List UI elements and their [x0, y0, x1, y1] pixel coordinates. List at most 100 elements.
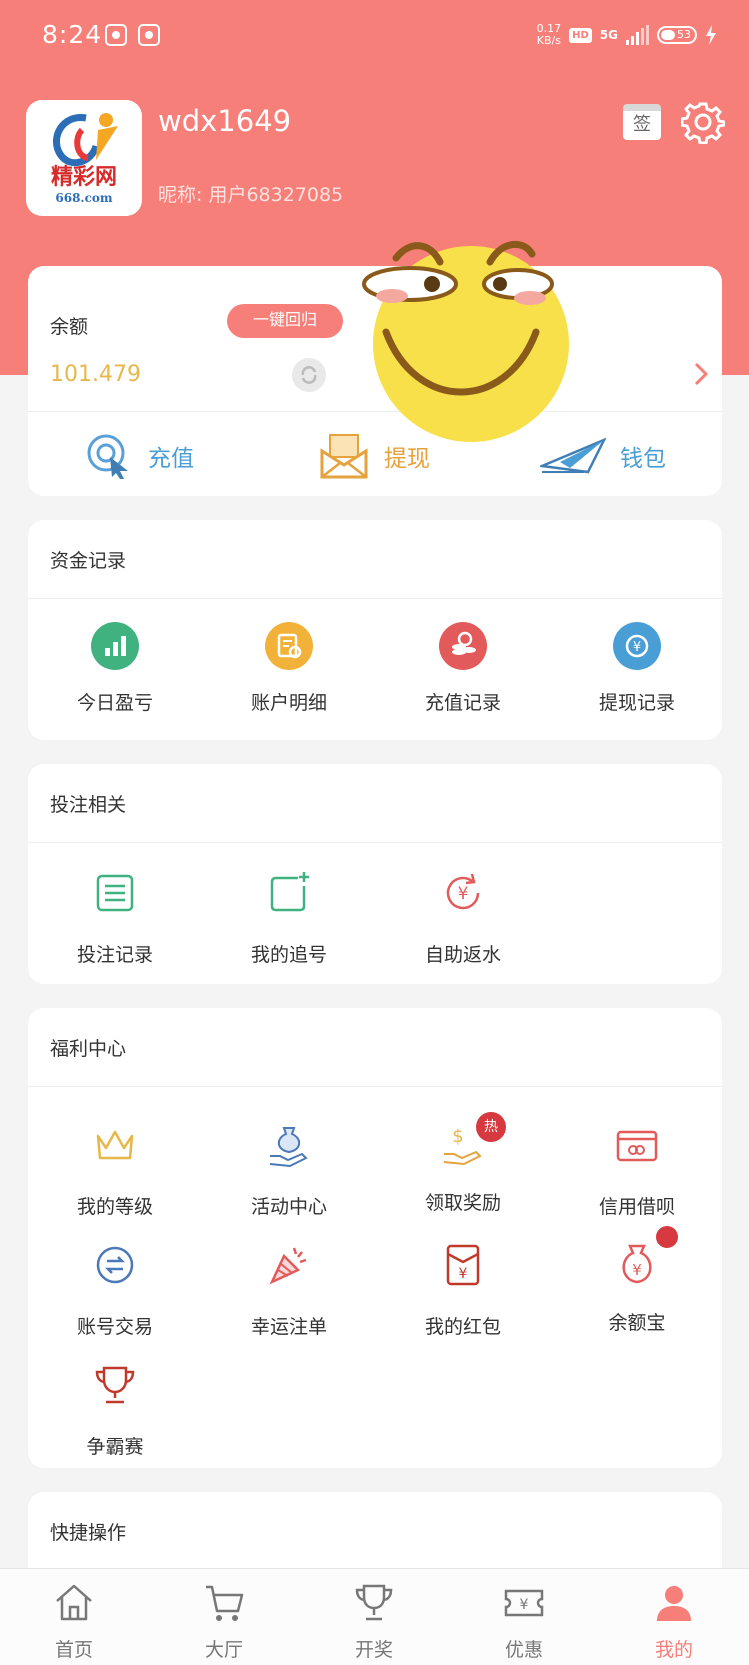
account-trade-item[interactable]: 账号交易 [28, 1240, 202, 1339]
site-logo: 精彩网 668.com [51, 113, 118, 205]
add-square-icon [270, 872, 309, 912]
hd-badge: HD [569, 27, 592, 43]
bet-records-item[interactable]: 投注记录 [28, 868, 202, 967]
tab-lottery-results[interactable]: 开奖 [314, 1581, 434, 1662]
recharge-icon [87, 434, 128, 479]
balance-value: 101.479 [50, 362, 141, 387]
my-red-envelope-item[interactable]: ¥ 我的红包 [376, 1240, 550, 1339]
item-label: 我的追号 [250, 944, 327, 966]
my-chase-numbers-item[interactable]: 我的追号 [202, 868, 376, 967]
activity-center-item[interactable]: 活动中心 [202, 1120, 376, 1219]
divider [28, 1086, 722, 1087]
item-label: 自助返水 [424, 944, 501, 966]
status-time: 8:24 [42, 20, 103, 49]
funds-records-section: 资金记录 今日盈亏 账户明细 充值记录 ¥ 提现记录 [28, 520, 722, 740]
item-label: 信用借呗 [598, 1196, 675, 1218]
camera-notification-icon [138, 24, 160, 46]
signal-icon [626, 25, 649, 45]
recharge-label: 充值 [148, 446, 194, 472]
tab-label: 大厅 [204, 1639, 243, 1661]
lucky-bet-item[interactable]: 幸运注单 [202, 1240, 376, 1339]
settings-gear-icon[interactable] [681, 100, 725, 144]
charging-icon [706, 25, 716, 45]
tab-mine[interactable]: 我的 [614, 1581, 734, 1662]
one-click-recall-button[interactable]: 一键回归 [227, 304, 343, 338]
welfare-center-section: 福利中心 我的等级 活动中心 $ 热 领取奖励 信用借呗 账号交易 幸运注单 ¥… [28, 1008, 722, 1468]
coins-icon [439, 622, 487, 670]
list-document-icon [96, 874, 134, 912]
self-rebate-item[interactable]: ¥ 自助返水 [376, 868, 550, 967]
item-label: 账户明细 [250, 692, 327, 714]
item-label: 投注记录 [76, 944, 153, 966]
section-title: 快捷操作 [50, 1522, 127, 1544]
party-popper-icon [269, 1247, 307, 1285]
credit-card-icon [616, 1130, 658, 1162]
tab-label: 开奖 [354, 1639, 393, 1661]
item-label: 充值记录 [424, 692, 501, 714]
wallet-label: 钱包 [620, 446, 666, 472]
battery-icon: 53 [657, 26, 697, 44]
shopping-cart-icon [206, 1585, 244, 1621]
bottom-tab-bar: 首页 大厅 开奖 ¥ 优惠 我的 [0, 1568, 749, 1665]
trophy-icon [355, 1584, 393, 1621]
tab-label: 优惠 [504, 1639, 543, 1661]
section-title: 福利中心 [50, 1038, 127, 1060]
camera-notification-icon [105, 24, 127, 46]
item-label: 账号交易 [76, 1316, 153, 1338]
svg-text:¥: ¥ [632, 1261, 642, 1279]
sign-in-button[interactable]: 签 [623, 104, 661, 140]
item-label: 活动中心 [250, 1196, 327, 1218]
tab-home[interactable]: 首页 [14, 1581, 134, 1662]
my-level-item[interactable]: 我的等级 [28, 1120, 202, 1219]
tab-promotions[interactable]: ¥ 优惠 [464, 1581, 584, 1662]
item-label: 幸运注单 [250, 1316, 327, 1338]
hot-badge: 热 [476, 1112, 506, 1142]
claim-rewards-item[interactable]: $ 热 领取奖励 [376, 1112, 550, 1215]
user-icon [657, 1586, 691, 1621]
refresh-icon[interactable] [292, 358, 326, 392]
svg-text:¥: ¥ [458, 884, 469, 904]
item-label: 今日盈亏 [76, 692, 153, 714]
balance-label: 余额 [50, 316, 89, 338]
trophy-icon [95, 1366, 135, 1404]
tab-lobby[interactable]: 大厅 [164, 1581, 284, 1662]
red-envelope-icon: ¥ [446, 1244, 480, 1286]
today-profit-loss-item[interactable]: 今日盈亏 [28, 622, 202, 715]
divider [28, 842, 722, 843]
credit-loan-item[interactable]: 信用借呗 [550, 1120, 724, 1219]
network-type: 5G [599, 28, 618, 42]
svg-text:$: $ [452, 1126, 463, 1147]
item-label: 我的等级 [76, 1196, 153, 1218]
svg-text:精彩网: 精彩网 [51, 164, 117, 190]
withdraw-records-item[interactable]: ¥ 提现记录 [550, 622, 724, 715]
yen-refresh-icon: ¥ [446, 873, 480, 910]
item-label: 我的红包 [424, 1316, 501, 1338]
divider [28, 598, 722, 599]
statement-icon [265, 622, 313, 670]
grinning-emoji-sticker [362, 241, 569, 442]
championship-item[interactable]: 争霸赛 [28, 1360, 202, 1459]
item-label: 争霸赛 [86, 1436, 144, 1458]
crown-icon [96, 1130, 134, 1160]
status-bar: 8:24 0.17 KB/s HD 5G 53 [0, 0, 749, 72]
bet-related-section: 投注相关 投注记录 我的追号 ¥ 自助返水 [28, 764, 722, 984]
recharge-action[interactable]: 充值 [84, 426, 194, 486]
section-title: 投注相关 [50, 794, 127, 816]
home-icon [56, 1584, 92, 1621]
account-details-item[interactable]: 账户明细 [202, 622, 376, 715]
network-speed: 0.17 KB/s [536, 22, 562, 47]
chevron-right-icon[interactable] [686, 354, 716, 394]
item-label: 余额宝 [608, 1312, 666, 1334]
svg-text:¥: ¥ [633, 640, 641, 655]
svg-text:¥: ¥ [459, 1266, 468, 1282]
avatar[interactable]: 精彩网 668.com [26, 100, 142, 216]
exchange-circle-icon [96, 1246, 134, 1284]
money-bag-hand-icon [269, 1127, 308, 1168]
balance-treasure-item[interactable]: ¥ 余额宝 [550, 1226, 724, 1335]
ticket-yen-icon: ¥ [504, 1589, 544, 1617]
recharge-records-item[interactable]: 充值记录 [376, 622, 550, 715]
bar-chart-icon [91, 622, 139, 670]
yen-exchange-icon: ¥ [613, 622, 661, 670]
item-label: 领取奖励 [424, 1192, 501, 1214]
tab-label: 我的 [654, 1639, 693, 1661]
